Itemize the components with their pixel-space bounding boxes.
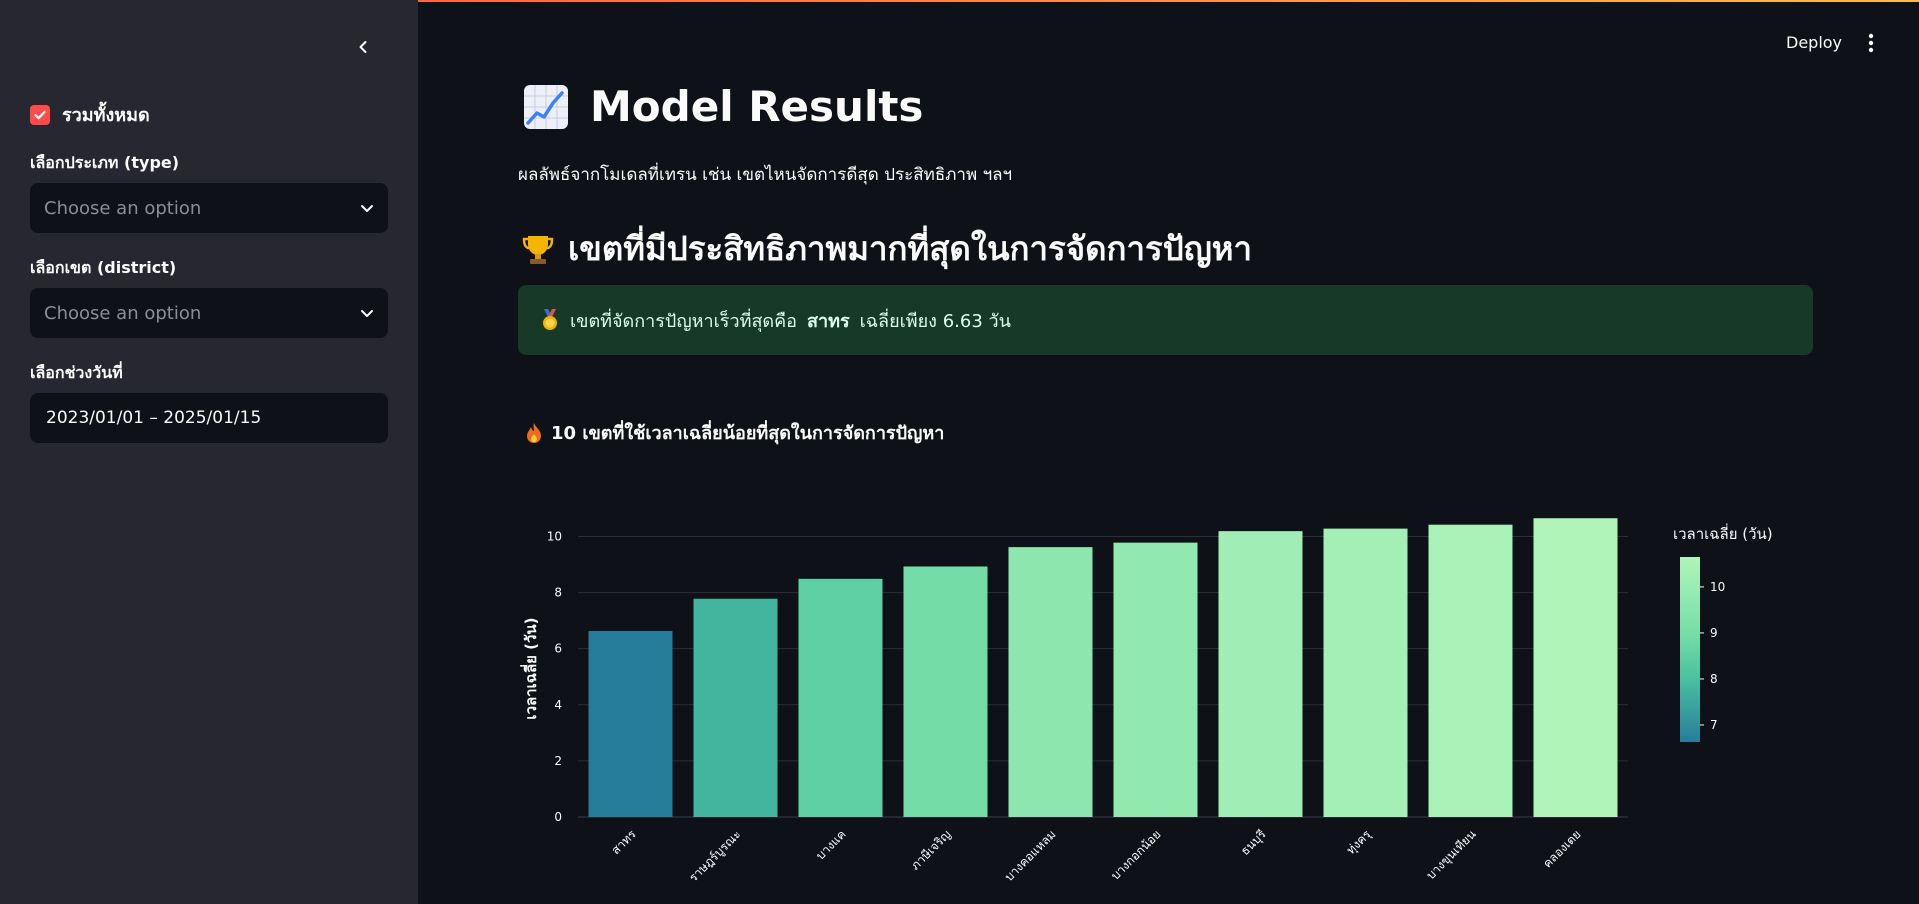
y-tick-label: 8 [554,586,562,600]
trophy-icon [522,235,554,264]
chevron-down-icon [361,205,373,212]
x-tick-label: คลองเตย [1540,827,1583,870]
all-checkbox-row[interactable]: รวมทั้งหมด [30,100,150,129]
fire-icon [527,422,541,443]
collapse-sidebar-button[interactable] [348,32,378,62]
bar[interactable] [1008,547,1093,817]
x-tick-label: บางกอกน้อย [1108,827,1163,882]
page-title: Model Results [522,82,923,131]
section-heading-text: เขตที่มีประสิทธิภาพมากที่สุดในการจัดการป… [568,229,1253,268]
colorbar-tick-label: 9 [1710,626,1718,640]
medal-icon [543,309,557,330]
alert-prefix: เขตที่จัดการปัญหาเร็วที่สุดคือ [570,310,797,332]
colorbar-tick-label: 7 [1710,718,1718,732]
all-checkbox[interactable] [30,104,50,125]
deploy-button[interactable]: Deploy [1786,33,1842,52]
date-range-input[interactable]: 2023/01/01 – 2025/01/15 [30,393,388,443]
x-tick-label: บางขุนเทียน [1424,827,1480,883]
date-range-label: เลือกช่วงวันที่ [30,363,123,382]
y-tick-label: 6 [554,642,562,656]
x-tick-label: ธนบุรี [1238,827,1270,859]
y-axis-ticks: 0 2 4 6 8 10 [547,529,562,824]
colorbar: เวลาเฉลี่ย (วัน) 7 8 9 10 [1673,523,1773,742]
district-select[interactable]: Choose an option [30,288,388,338]
alert-district: สาทร [806,310,850,332]
colorbar-tick-label: 10 [1710,580,1725,594]
chart-increasing-icon [524,84,568,129]
bar[interactable] [1533,518,1618,817]
page-subtitle: ผลลัพธ์จากโมเดลที่เทรน เช่น เขตไหนจัดการ… [518,165,1013,185]
type-select-label: เลือกประเภท (type) [30,153,180,172]
all-checkbox-label: รวมทั้งหมด [62,105,150,126]
bar[interactable] [588,631,673,817]
y-tick-label: 0 [554,810,562,824]
x-tick-label: บางคอแหลม [1002,827,1059,884]
chevron-left-icon [359,41,367,53]
section-heading: เขตที่มีประสิทธิภาพมากที่สุดในการจัดการป… [522,222,1252,275]
type-select[interactable]: Choose an option [30,183,388,233]
success-alert: เขตที่จัดการปัญหาเร็วที่สุดคือ สาทร เฉลี… [518,285,1813,355]
y-tick-label: 10 [547,529,562,543]
bar[interactable] [1323,528,1408,817]
type-select-placeholder: Choose an option [44,197,202,219]
colorbar-tick-label: 8 [1710,672,1718,686]
district-select-label: เลือกเขต (district) [30,258,177,277]
sidebar: รวมทั้งหมด เลือกประเภท (type) Choose an … [0,0,418,904]
y-axis-title: เวลาเฉลี่ย (วัน) [520,617,540,719]
bar[interactable] [1113,542,1198,817]
main-menu-button[interactable] [1864,31,1878,55]
chart-heading-text: 10 เขตที่ใช้เวลาเฉลี่ยน้อยที่สุดในการจัด… [551,423,945,444]
x-tick-label: ทุ่งครุ [1344,827,1375,858]
bar-chart: 0 2 4 6 8 10 สาทร ราษฎร์บูรณะ บางแค ภาษีเจริญ บาง… [520,518,1773,886]
more-vertical-icon [1868,33,1874,53]
x-axis-ticks: สาทร ราษฎร์บูรณะ บางแค ภาษีเจริญ บางคอแหลม บา… [609,827,1584,886]
alert-suffix: เฉลี่ยเพียง 6.63 วัน [859,310,1011,332]
chart-heading: 10 เขตที่ใช้เวลาเฉลี่ยน้อยที่สุดในการจัด… [525,418,944,447]
chevron-down-icon [361,310,373,317]
bar[interactable] [903,566,988,817]
bar[interactable] [798,578,883,817]
chart-bars [588,518,1618,817]
bar[interactable] [693,598,778,817]
x-tick-label: ราษฎร์บูรณะ [686,827,744,885]
bar[interactable] [1218,531,1303,817]
colorbar-ticks: 7 8 9 10 [1700,580,1725,732]
colorbar-scale [1680,557,1700,742]
x-tick-label: ภาษีเจริญ [908,827,954,873]
district-select-placeholder: Choose an option [44,302,202,324]
x-tick-label: สาทร [609,827,639,857]
check-icon [34,110,46,119]
y-tick-label: 2 [554,754,562,768]
y-tick-label: 4 [554,698,562,712]
colorbar-title: เวลาเฉลี่ย (วัน) [1673,523,1773,543]
x-tick-label: บางแค [813,827,848,862]
page-title-text: Model Results [590,82,924,131]
bar[interactable] [1428,524,1513,817]
